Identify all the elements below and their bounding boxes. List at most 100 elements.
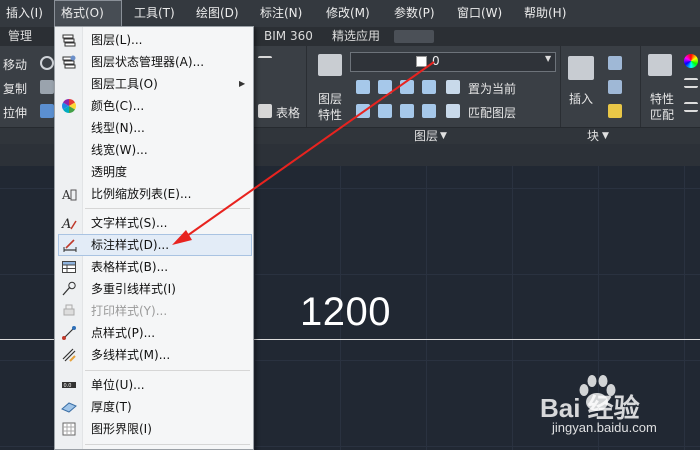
menu-item-dimension-style[interactable]: 标注样式(D)...: [58, 234, 252, 256]
insert-label[interactable]: 插入: [569, 90, 593, 107]
menu-item-layer-tools[interactable]: 图层工具(O) ▶: [55, 73, 253, 95]
layer-properties-icon[interactable]: [318, 54, 342, 76]
menu-window[interactable]: 窗口(W): [457, 0, 502, 27]
rotate-icon[interactable]: [40, 56, 54, 70]
menu-item-units[interactable]: 0.0 单位(U)...: [55, 374, 253, 396]
menu-item-linetype[interactable]: 线型(N)...: [55, 117, 253, 139]
stretch-tool-label[interactable]: 拉伸: [3, 104, 27, 121]
menu-item-label: 表格样式(B)...: [91, 260, 169, 274]
layer-properties-label-2[interactable]: 特性: [318, 106, 342, 123]
menu-item-label: 点样式(P)...: [91, 326, 156, 340]
svg-text:A: A: [61, 217, 71, 231]
menu-item-label: 多线样式(M)...: [91, 348, 171, 362]
layer-tool-3-icon[interactable]: [400, 80, 414, 94]
menu-item-multiline-style[interactable]: 多线样式(M)...: [55, 344, 253, 366]
menu-format[interactable]: 格式(O): [54, 0, 122, 27]
menu-modify[interactable]: 修改(M): [326, 0, 370, 27]
block-panel-title[interactable]: 块: [587, 128, 599, 145]
dim-style-icon: [63, 239, 77, 252]
menu-item-label: 图层(L)...: [91, 33, 143, 47]
menu-item-label: 透明度: [91, 165, 128, 179]
plot-style-icon: [63, 304, 75, 316]
block-attr-icon[interactable]: [608, 104, 622, 118]
tab-manage[interactable]: 管理: [8, 27, 32, 46]
set-current-label[interactable]: 置为当前: [468, 80, 516, 97]
layer-tool-7-icon[interactable]: [400, 104, 414, 118]
menu-item-transparency[interactable]: 透明度: [55, 161, 253, 183]
layer-tool-4-icon[interactable]: [422, 80, 436, 94]
menu-item-table-style[interactable]: 表格样式(B)...: [55, 256, 253, 278]
table-icon[interactable]: [258, 104, 272, 118]
layer-combo-chevron-icon[interactable]: ▼: [545, 54, 551, 63]
copy-tool-label[interactable]: 复制: [3, 80, 27, 97]
multileader-style-icon: [62, 281, 76, 296]
match-layer-label[interactable]: 匹配图层: [468, 104, 516, 121]
create-block-icon[interactable]: [608, 56, 622, 70]
layers-panel-title[interactable]: 图层: [414, 128, 438, 145]
menu-item-label: 标注样式(D)...: [91, 238, 170, 252]
menu-item-label: 图形界限(I): [91, 422, 152, 436]
layers-panel-expand-icon[interactable]: ▼: [440, 128, 447, 145]
layer-tool-1-icon[interactable]: [356, 80, 370, 94]
menu-parametric[interactable]: 参数(P): [394, 0, 435, 27]
scale-icon[interactable]: [40, 104, 54, 118]
menu-help[interactable]: 帮助(H): [524, 0, 566, 27]
menu-bar: 插入(I) 格式(O) 工具(T) 绘图(D) 标注(N) 修改(M) 参数(P…: [0, 0, 700, 27]
menu-item-plot-style: 打印样式(Y)...: [55, 300, 253, 322]
match-properties-label-2[interactable]: 匹配: [650, 106, 674, 123]
menu-item-label: 线型(N)...: [91, 121, 145, 135]
layer-tool-6-icon[interactable]: [378, 104, 392, 118]
menu-insert[interactable]: 插入(I): [6, 0, 43, 27]
menu-separator: [85, 370, 250, 371]
menu-item-color[interactable]: 颜色(C)...: [55, 95, 253, 117]
menu-draw[interactable]: 绘图(D): [196, 0, 239, 27]
linetype-icon[interactable]: [684, 102, 698, 112]
watermark-url: jingyan.baidu.com: [552, 420, 657, 435]
units-icon: 0.0: [62, 382, 76, 389]
menu-item-drawing-limits[interactable]: 图形界限(I): [55, 418, 253, 440]
mline-style-icon: [62, 348, 76, 362]
layer-tool-8-icon[interactable]: [422, 104, 436, 118]
menu-item-label: 图层工具(O): [91, 77, 158, 91]
menu-item-multileader-style[interactable]: 多重引线样式(I): [55, 278, 253, 300]
block-panel-expand-icon[interactable]: ▼: [602, 128, 609, 145]
limits-icon: [62, 422, 76, 436]
menu-dimension[interactable]: 标注(N): [260, 0, 302, 27]
table-label[interactable]: 表格: [276, 104, 300, 121]
match-properties-icon[interactable]: [648, 54, 672, 76]
match-layer-icon[interactable]: [446, 104, 460, 118]
color-wheel-icon[interactable]: [684, 54, 698, 68]
menu-item-point-style[interactable]: 点样式(P)...: [55, 322, 253, 344]
set-current-icon[interactable]: [446, 80, 460, 94]
move-tool-label[interactable]: 移动: [3, 56, 27, 73]
layer-properties-label-1[interactable]: 图层: [318, 90, 342, 107]
grid-line: [684, 166, 685, 450]
mirror-icon[interactable]: [40, 80, 54, 94]
menu-item-lineweight[interactable]: 线宽(W)...: [55, 139, 253, 161]
layer-color-swatch: [416, 56, 427, 67]
tab-toggle-button[interactable]: [394, 30, 434, 43]
layer-tool-5-icon[interactable]: [356, 104, 370, 118]
layer-tool-2-icon[interactable]: [378, 80, 392, 94]
menu-item-text-style[interactable]: A 文字样式(S)...: [55, 212, 253, 234]
layer-state-icon: [62, 55, 76, 69]
menu-item-label: 厚度(T): [91, 400, 132, 414]
menu-tools[interactable]: 工具(T): [134, 0, 175, 27]
dimension-text[interactable]: 1200: [300, 290, 391, 335]
menu-item-label: 单位(U)...: [91, 378, 145, 392]
menu-item-thickness[interactable]: 厚度(T): [55, 396, 253, 418]
menu-item-label: 图层状态管理器(A)...: [91, 55, 205, 69]
tab-featured-apps[interactable]: 精选应用: [332, 27, 380, 46]
layer-combo[interactable]: [350, 52, 556, 72]
match-properties-label-1[interactable]: 特性: [650, 90, 674, 107]
point-style-icon: [62, 326, 76, 340]
edit-block-icon[interactable]: [608, 80, 622, 94]
lineweight-icon[interactable]: [684, 78, 698, 88]
linear-dim-icon[interactable]: [258, 56, 272, 60]
menu-item-scale-list[interactable]: A 比例缩放列表(E)...: [55, 183, 253, 205]
format-menu: 图层(L)... 图层状态管理器(A)... 图层工具(O) ▶ 颜色(C)..…: [54, 26, 254, 450]
tab-bim360[interactable]: BIM 360: [264, 27, 313, 46]
insert-block-icon[interactable]: [568, 56, 594, 80]
menu-item-layer-state-manager[interactable]: 图层状态管理器(A)...: [55, 51, 253, 73]
menu-item-layer[interactable]: 图层(L)...: [55, 29, 253, 51]
